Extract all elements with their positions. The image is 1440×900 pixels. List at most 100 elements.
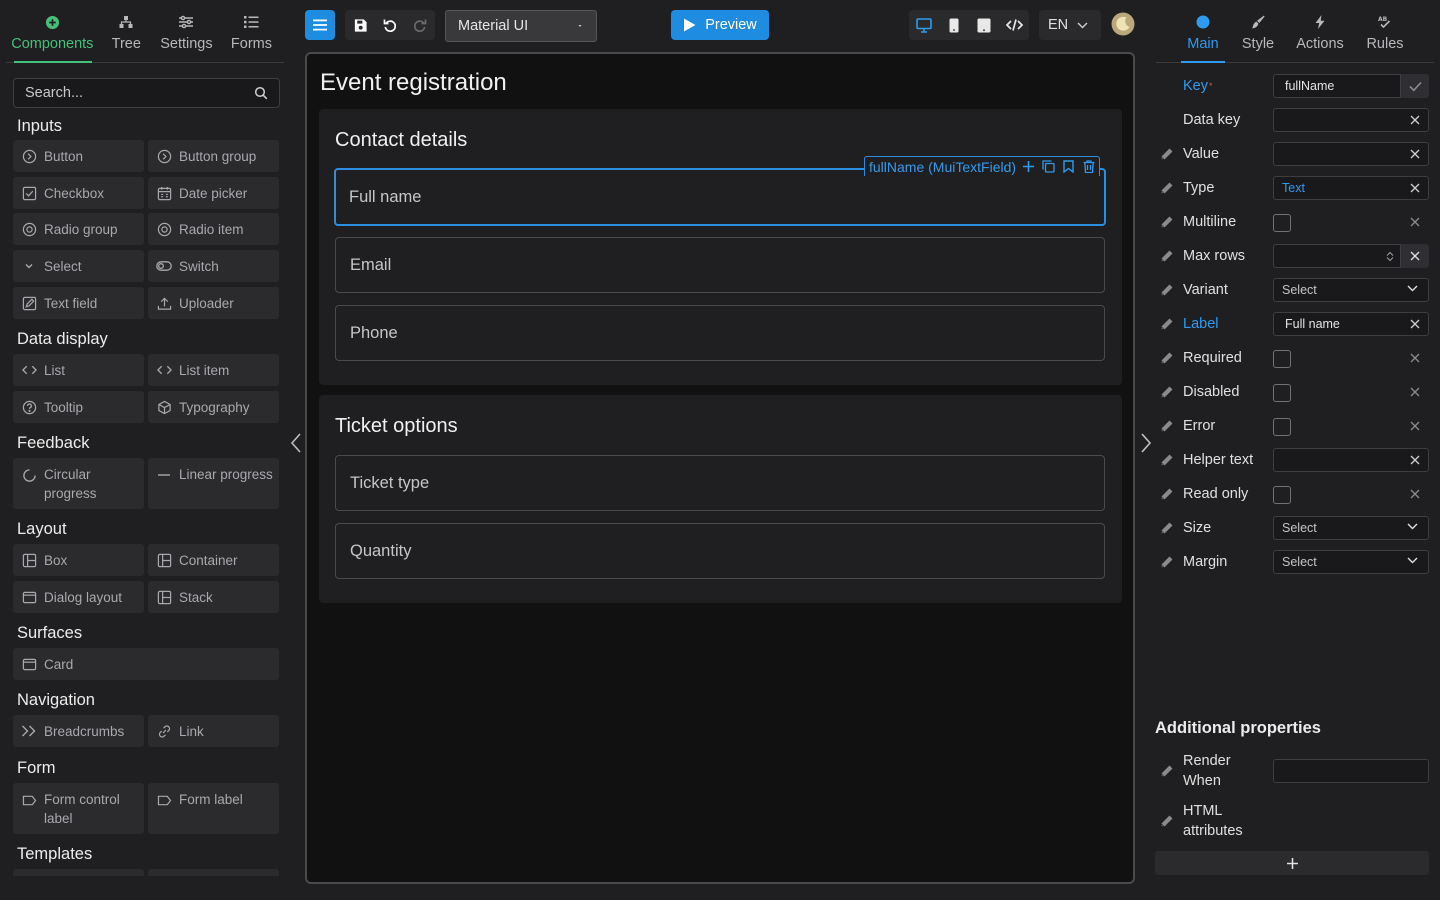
wand-icon[interactable]: [1160, 764, 1174, 778]
disabled-checkbox[interactable]: [1273, 384, 1291, 402]
search-input[interactable]: [25, 85, 254, 101]
variant-select[interactable]: Select: [1273, 278, 1429, 302]
add-icon[interactable]: [1021, 159, 1036, 174]
read-only-checkbox[interactable]: [1273, 486, 1291, 504]
collapse-left-panel-icon[interactable]: [289, 432, 303, 454]
component-date-picker[interactable]: Date picker: [148, 177, 279, 209]
number-stepper[interactable]: [1381, 246, 1399, 266]
component-card[interactable]: Card: [13, 648, 279, 680]
required-checkbox[interactable]: [1273, 350, 1291, 368]
component-list[interactable]: Inputs Button Button group Checkbox Date…: [0, 110, 290, 876]
wand-icon[interactable]: [1160, 249, 1174, 263]
component-tooltip[interactable]: Tooltip: [13, 391, 144, 423]
component-form-control-label[interactable]: Form control label: [13, 783, 144, 834]
label-input[interactable]: Full name: [1273, 312, 1429, 336]
clear-icon[interactable]: [1409, 488, 1421, 500]
bookmark-icon[interactable]: [1061, 159, 1076, 174]
wand-icon[interactable]: [1160, 351, 1174, 365]
size-select[interactable]: Select: [1273, 516, 1429, 540]
tab-settings[interactable]: Settings: [154, 8, 219, 62]
component-button[interactable]: Button: [13, 140, 144, 172]
wand-icon[interactable]: [1160, 453, 1174, 467]
component-stack[interactable]: Stack: [148, 581, 279, 613]
tab-actions[interactable]: Actions: [1295, 8, 1345, 62]
component-typography[interactable]: Typography: [148, 391, 279, 423]
wand-icon[interactable]: [1160, 181, 1174, 195]
copy-icon[interactable]: [1041, 159, 1056, 174]
component-template[interactable]: [148, 869, 279, 876]
key-input[interactable]: fullName: [1273, 74, 1401, 98]
component-list[interactable]: List: [13, 354, 144, 386]
wand-icon[interactable]: [1160, 521, 1174, 535]
component-uploader[interactable]: Uploader: [148, 287, 279, 319]
tab-forms[interactable]: Forms: [219, 8, 284, 62]
component-circular-progress[interactable]: Circular progress: [13, 458, 144, 509]
error-checkbox[interactable]: [1273, 418, 1291, 436]
collapse-right-panel-icon[interactable]: [1139, 432, 1153, 454]
value-input[interactable]: [1273, 142, 1429, 166]
form-canvas[interactable]: Event registration Contact details Full …: [305, 52, 1135, 884]
clear-icon[interactable]: [1409, 386, 1421, 398]
theme-toggle-icon[interactable]: [1111, 12, 1135, 36]
component-dialog-layout[interactable]: Dialog layout: [13, 581, 144, 613]
component-link[interactable]: Link: [148, 715, 279, 747]
redo-button[interactable]: [405, 10, 435, 40]
component-button-group[interactable]: Button group: [148, 140, 279, 172]
code-view-button[interactable]: [999, 10, 1029, 40]
ticket-type-field[interactable]: Ticket type: [335, 455, 1105, 511]
wand-icon[interactable]: [1160, 814, 1174, 828]
stepper-down-icon[interactable]: [1386, 256, 1394, 262]
component-checkbox[interactable]: Checkbox: [13, 177, 144, 209]
mobile-view-button[interactable]: [939, 10, 969, 40]
quantity-field[interactable]: Quantity: [335, 523, 1105, 579]
tablet-view-button[interactable]: [969, 10, 999, 40]
phone-field[interactable]: Phone: [335, 305, 1105, 361]
menu-button[interactable]: [305, 10, 335, 40]
component-template[interactable]: [13, 869, 144, 876]
add-attribute-button[interactable]: [1155, 851, 1429, 875]
component-text-field[interactable]: Text field: [13, 287, 144, 319]
wand-icon[interactable]: [1160, 487, 1174, 501]
component-list-item[interactable]: List item: [148, 354, 279, 386]
component-breadcrumbs[interactable]: Breadcrumbs: [13, 715, 144, 747]
delete-icon[interactable]: [1081, 159, 1096, 174]
clear-icon[interactable]: [1409, 420, 1421, 432]
clear-icon[interactable]: [1409, 148, 1421, 160]
undo-button[interactable]: [375, 10, 405, 40]
tab-rules[interactable]: AB Rules: [1366, 8, 1404, 62]
component-switch[interactable]: Switch: [148, 250, 279, 282]
render-when-input[interactable]: [1273, 759, 1429, 783]
clear-max-rows-button[interactable]: [1401, 244, 1429, 268]
clear-icon[interactable]: [1409, 114, 1421, 126]
tab-main[interactable]: Main: [1181, 8, 1225, 62]
confirm-key-button[interactable]: [1401, 74, 1429, 98]
clear-icon[interactable]: [1409, 216, 1421, 228]
component-form-label[interactable]: Form label: [148, 783, 279, 834]
search-icon[interactable]: [254, 86, 268, 100]
tab-style[interactable]: Style: [1240, 8, 1276, 62]
clear-icon[interactable]: [1409, 352, 1421, 364]
type-input[interactable]: Text: [1273, 176, 1429, 200]
clear-icon[interactable]: [1409, 454, 1421, 466]
desktop-view-button[interactable]: [909, 10, 939, 40]
wand-icon[interactable]: [1160, 147, 1174, 161]
tab-tree[interactable]: Tree: [99, 8, 154, 62]
full-name-field[interactable]: Full name: [334, 168, 1106, 226]
wand-icon[interactable]: [1160, 215, 1174, 229]
margin-select[interactable]: Select: [1273, 550, 1429, 574]
data-key-input[interactable]: [1273, 108, 1429, 132]
card-contact-details[interactable]: Contact details Full name Email Phone: [319, 109, 1122, 385]
tab-components[interactable]: Components: [6, 8, 99, 62]
save-button[interactable]: [345, 10, 375, 40]
ui-library-select[interactable]: Material UI: [445, 10, 597, 42]
email-field[interactable]: Email: [335, 237, 1105, 293]
card-ticket-options[interactable]: Ticket options Ticket type Quantity: [319, 395, 1122, 603]
component-box[interactable]: Box: [13, 544, 144, 576]
component-radio-group[interactable]: Radio group: [13, 213, 144, 245]
wand-icon[interactable]: [1160, 419, 1174, 433]
wand-icon[interactable]: [1160, 555, 1174, 569]
wand-icon[interactable]: [1160, 317, 1174, 331]
preview-button[interactable]: Preview: [671, 10, 769, 40]
clear-icon[interactable]: [1409, 182, 1421, 194]
helper-text-input[interactable]: [1273, 448, 1429, 472]
